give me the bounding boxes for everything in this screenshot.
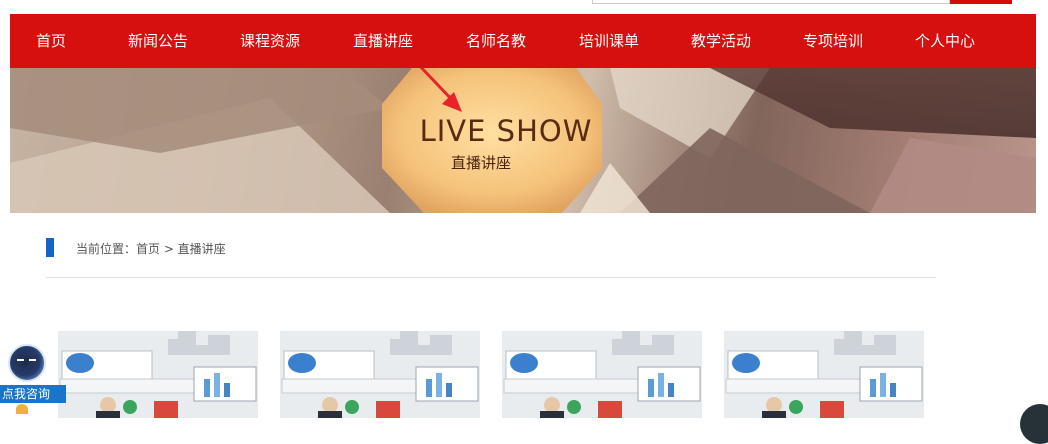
nav-item-news[interactable]: 新闻公告 [128,14,188,68]
consult-decoration [16,404,28,414]
floating-action-button[interactable] [1020,404,1048,444]
live-lecture-card[interactable] [724,331,924,418]
nav-item-live-lectures[interactable]: 直播讲座 [353,14,413,68]
live-show-banner: LIVE SHOW 直播讲座 [10,68,1036,213]
consult-button[interactable]: 点我咨询 [0,385,66,403]
nav-item-training-list[interactable]: 培训课单 [579,14,639,68]
consult-avatar-icon [8,344,46,382]
search-button[interactable] [950,0,1012,4]
breadcrumb-marker [46,238,54,257]
nav-item-teaching-activities[interactable]: 教学活动 [691,14,751,68]
breadcrumb: 当前位置：首页 > 直播讲座 [76,242,226,256]
live-lecture-card[interactable] [280,331,480,418]
nav-item-personal-center[interactable]: 个人中心 [915,14,975,68]
main-nav: 首页 新闻公告 课程资源 直播讲座 名师名教 培训课单 教学活动 专项培训 个人… [10,14,1036,68]
banner-subtitle: 直播讲座 [450,154,511,172]
divider [46,277,936,278]
nav-item-teachers[interactable]: 名师名教 [466,14,526,68]
consult-widget[interactable]: 点我咨询 [0,336,80,418]
banner-title: LIVE SHOW [419,114,593,148]
card-thumbnail [280,331,480,418]
nav-item-home[interactable]: 首页 [36,14,66,68]
card-thumbnail [58,331,258,418]
live-lecture-card[interactable] [58,331,258,418]
consult-eyes-icon [17,359,36,361]
nav-item-courses[interactable]: 课程资源 [240,14,300,68]
nav-item-special-training[interactable]: 专项培训 [803,14,863,68]
card-thumbnail [724,331,924,418]
live-lecture-card[interactable] [502,331,702,418]
card-thumbnail [502,331,702,418]
search-input[interactable] [592,0,950,4]
